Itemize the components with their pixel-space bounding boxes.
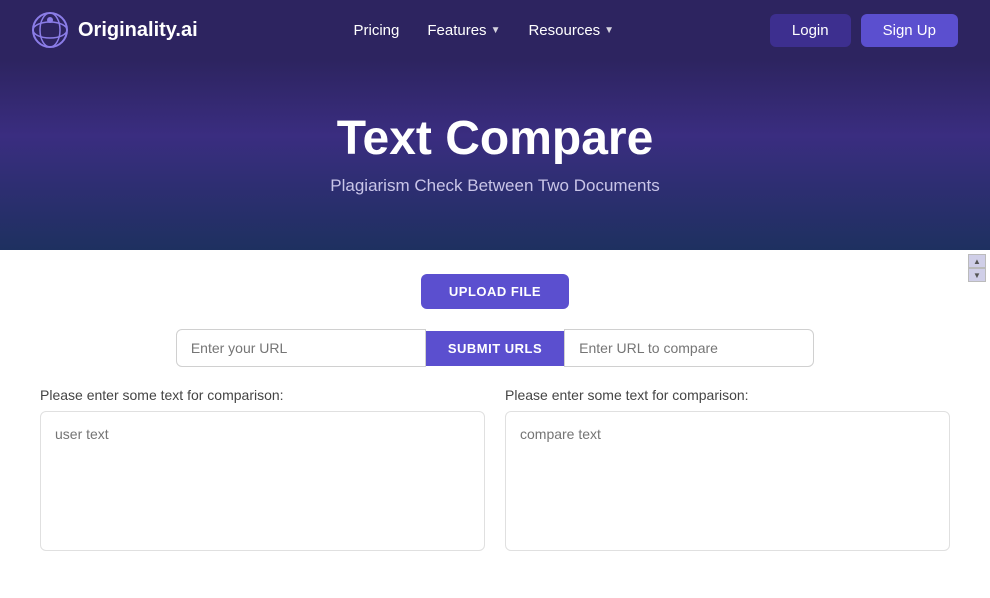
chevron-down-icon: ▼: [491, 25, 501, 36]
nav-buttons: Login Sign Up: [770, 14, 958, 47]
chevron-down-icon: ▼: [604, 25, 614, 36]
logo-link[interactable]: Originality.ai: [32, 12, 198, 48]
left-text-column: Please enter some text for comparison:: [40, 387, 485, 556]
user-text-input[interactable]: [40, 411, 485, 551]
text-areas-section: Please enter some text for comparison: P…: [40, 387, 950, 556]
nav-links: Pricing Features ▼ Resources ▼: [354, 22, 615, 39]
page-subtitle: Plagiarism Check Between Two Documents: [330, 176, 659, 196]
scroll-down-arrow[interactable]: ▼: [968, 268, 986, 282]
compare-url-input[interactable]: [564, 329, 814, 367]
scroll-controls: ▲ ▼: [968, 254, 986, 282]
submit-urls-button[interactable]: SUBMIT URLS: [426, 331, 564, 366]
url-row: SUBMIT URLS: [40, 329, 950, 367]
hero-section: Text Compare Plagiarism Check Between Tw…: [0, 60, 990, 250]
right-text-column: Please enter some text for comparison:: [505, 387, 950, 556]
nav-link-pricing[interactable]: Pricing: [354, 22, 400, 39]
url-input[interactable]: [176, 329, 426, 367]
main-content: ▲ ▼ UPLOAD FILE SUBMIT URLS Please enter…: [0, 250, 990, 598]
left-label: Please enter some text for comparison:: [40, 387, 485, 403]
upload-row: UPLOAD FILE: [40, 274, 950, 309]
signup-button[interactable]: Sign Up: [861, 14, 958, 47]
logo-text: Originality.ai: [78, 19, 198, 42]
page-title: Text Compare: [337, 111, 654, 166]
nav-link-features[interactable]: Features ▼: [427, 22, 500, 39]
navbar: Originality.ai Pricing Features ▼ Resour…: [0, 0, 990, 60]
login-button[interactable]: Login: [770, 14, 851, 47]
nav-link-resources[interactable]: Resources ▼: [528, 22, 614, 39]
scroll-up-arrow[interactable]: ▲: [968, 254, 986, 268]
upload-file-button[interactable]: UPLOAD FILE: [421, 274, 569, 309]
compare-text-input[interactable]: [505, 411, 950, 551]
right-label: Please enter some text for comparison:: [505, 387, 950, 403]
logo-icon: [32, 12, 68, 48]
